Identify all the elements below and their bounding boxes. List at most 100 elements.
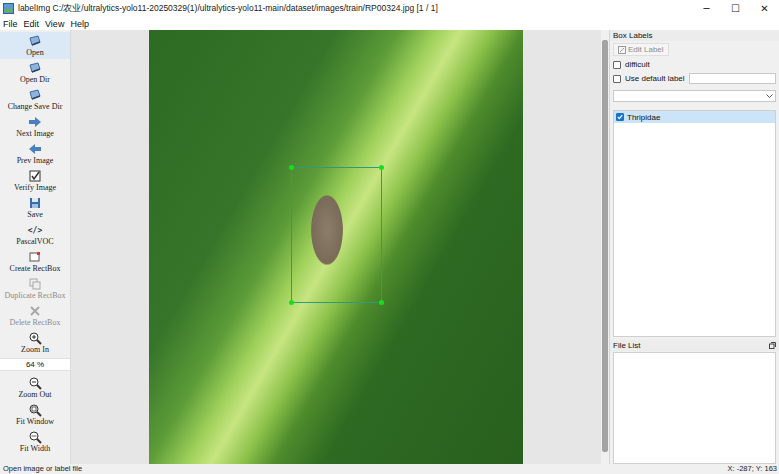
fit-width-icon <box>28 430 42 444</box>
image[interactable] <box>149 30 523 464</box>
difficult-row[interactable]: difficult <box>613 59 776 70</box>
default-label-row[interactable]: Use default label <box>613 73 776 84</box>
toolbar-button[interactable]: Create RectBox <box>0 248 70 275</box>
menu-item[interactable]: File <box>0 19 21 29</box>
tool-icon-box <box>28 430 43 444</box>
toolbar-button[interactable]: Next Image <box>0 113 70 140</box>
zoom-out-icon <box>28 376 42 390</box>
status-message: Open image or label file <box>3 464 82 474</box>
prev-arrow-icon <box>28 142 42 156</box>
tool-icon-box <box>28 88 43 102</box>
tool-icon-box <box>28 403 43 417</box>
toolbar-label: Open Dir <box>20 75 50 84</box>
code-icon: </> <box>28 226 42 235</box>
tool-icon-box <box>28 169 43 183</box>
toolbar-label: Save <box>27 210 43 219</box>
menu-item[interactable]: Edit <box>21 19 43 29</box>
tick-icon <box>617 114 623 120</box>
toolbar-button[interactable]: Duplicate RectBox <box>0 275 70 302</box>
tool-icon-box <box>28 115 43 129</box>
vertical-scrollbar[interactable] <box>601 30 609 464</box>
create-rectbox-icon <box>28 250 42 264</box>
window-control-button[interactable]: ─ <box>692 0 721 17</box>
canvas-view <box>71 30 601 464</box>
toolbar-button[interactable]: Change Save Dir <box>0 86 70 113</box>
toolbar-button[interactable]: </> PascalVOC <box>0 221 70 248</box>
toolbar-button[interactable]: Open Dir <box>0 59 70 86</box>
toolbar-button[interactable]: Verify Image <box>0 167 70 194</box>
fit-window-icon <box>28 403 42 417</box>
label-checkbox[interactable] <box>616 113 624 121</box>
box-handle[interactable] <box>289 300 294 305</box>
label-row[interactable]: Thripidae <box>614 111 775 123</box>
open-icon <box>28 34 42 48</box>
window-controls: ─☐✕ <box>692 0 779 17</box>
dock-body: Edit Label difficult Use default label Thri… <box>610 41 779 340</box>
toolbar-label: Change Save Dir <box>8 102 63 111</box>
file-list <box>613 352 776 464</box>
title-bar: labelImg C:/农业/ultralytics-yolo11-202503… <box>0 0 779 17</box>
toolbar-label: Create RectBox <box>10 264 61 273</box>
box-handle[interactable] <box>289 165 294 170</box>
tool-icon-box <box>28 376 43 390</box>
zoom-field[interactable]: 64 % <box>0 358 70 371</box>
tool-icon-box <box>28 331 43 345</box>
dock-header: Box Labels <box>610 30 779 41</box>
tool-icon-box <box>28 277 43 291</box>
dock-header: File List <box>610 340 779 351</box>
bounding-box[interactable] <box>291 167 382 303</box>
toolbar-label: Prev Image <box>17 156 54 165</box>
tool-icon-box <box>28 34 43 48</box>
toolbar-label: Zoom In <box>21 345 49 354</box>
canvas <box>71 30 609 464</box>
default-label-input[interactable] <box>689 73 776 84</box>
toolbar-button[interactable]: Prev Image <box>0 140 70 167</box>
tool-icon-box <box>28 250 43 264</box>
tool-icon-box: </> <box>28 223 43 237</box>
difficult-checkbox[interactable] <box>613 61 621 69</box>
open-icon <box>28 88 42 102</box>
toolbar-button[interactable]: Zoom Out <box>0 374 70 401</box>
zoom-in-icon <box>28 331 42 345</box>
box-handle[interactable] <box>379 300 384 305</box>
float-icon[interactable] <box>769 342 776 349</box>
toolbar-label: Delete RectBox <box>10 318 61 327</box>
toolbar-button[interactable]: Fit Width <box>0 428 70 455</box>
app-logo-icon <box>3 3 14 14</box>
open-icon <box>28 61 42 75</box>
toolbar-button[interactable]: Open <box>0 32 70 59</box>
delete-icon <box>28 304 42 318</box>
tool-icon-box <box>28 61 43 75</box>
label-list: Thripidae <box>613 110 776 337</box>
right-panel: Box Labels Edit Label difficult Use default… <box>609 30 779 464</box>
toolbar-label: Open <box>26 48 43 57</box>
next-arrow-icon <box>28 115 42 129</box>
label-combo[interactable] <box>613 90 776 102</box>
duplicate-icon <box>28 277 42 291</box>
toolbar-label: PascalVOC <box>16 237 53 246</box>
toolbar-label: Zoom Out <box>18 390 51 399</box>
toolbar-label: Fit Window <box>16 417 54 426</box>
toolbar-label: Duplicate RectBox <box>4 291 65 300</box>
toolbar-button[interactable]: Save <box>0 194 70 221</box>
tool-icon-box <box>28 304 43 318</box>
verify-icon <box>28 169 42 183</box>
toolbar-label: Fit Width <box>20 444 50 453</box>
window-control-button[interactable]: ✕ <box>750 0 779 17</box>
toolbar-button[interactable]: Delete RectBox <box>0 302 70 329</box>
scroll-thumb[interactable] <box>602 40 608 452</box>
app-window: labelImg C:/农业/ultralytics-yolo11-202503… <box>0 0 779 474</box>
menu-item[interactable]: Help <box>67 19 92 29</box>
file-list-dock: File List <box>610 340 779 464</box>
toolbar-button[interactable]: Zoom In <box>0 329 70 356</box>
menu-item[interactable]: View <box>42 19 67 29</box>
box-handle[interactable] <box>379 165 384 170</box>
window-title: labelImg C:/农业/ultralytics-yolo11-202503… <box>18 3 692 15</box>
edit-label-button[interactable]: Edit Label <box>613 43 669 56</box>
default-label-checkbox[interactable] <box>613 75 621 83</box>
toolbar-label: Next Image <box>16 129 54 138</box>
chevron-down-icon <box>766 94 773 99</box>
toolbar-button[interactable]: Fit Window <box>0 401 70 428</box>
tool-icon-box <box>28 196 43 210</box>
window-control-button[interactable]: ☐ <box>721 0 750 17</box>
